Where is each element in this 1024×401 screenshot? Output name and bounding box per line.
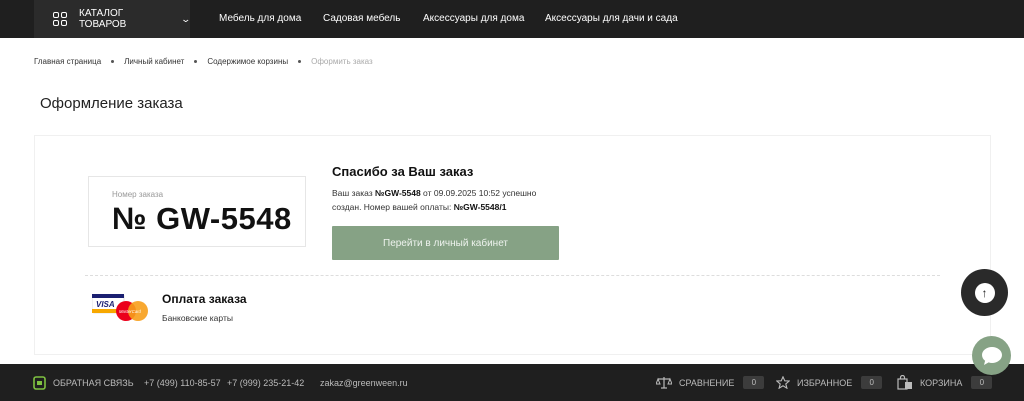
catalog-label: КАТАЛОГ ТОВАРОВ bbox=[79, 8, 127, 30]
top-navigation: КАТАЛОГ ТОВАРОВ ⌄ Мебель для дома Садова… bbox=[0, 0, 1024, 38]
payment-heading: Оплата заказа bbox=[162, 292, 247, 306]
compare-label: СРАВНЕНИЕ bbox=[679, 377, 735, 388]
compare-count-badge: 0 bbox=[743, 376, 765, 389]
visa-logo-text: VISA bbox=[96, 300, 115, 309]
message-prefix: Ваш заказ bbox=[332, 188, 375, 198]
payment-reference: №GW-5548/1 bbox=[453, 202, 507, 212]
scroll-to-top-button[interactable]: ↑ bbox=[961, 269, 1008, 316]
mastercard-logo-text: MasterCard bbox=[119, 309, 142, 314]
feedback-label: ОБРАТНАЯ СВЯЗЬ bbox=[53, 377, 134, 388]
phone-link-1[interactable]: +7 (499) 110-85-57 bbox=[144, 364, 221, 401]
breadcrumb-home[interactable]: Главная страница bbox=[34, 57, 101, 66]
shopping-bag-icon bbox=[897, 375, 912, 390]
thanks-heading: Спасибо за Ваш заказ bbox=[332, 164, 474, 179]
cart-label: КОРЗИНА bbox=[920, 377, 963, 388]
catalog-menu-button[interactable]: КАТАЛОГ ТОВАРОВ ⌄ bbox=[34, 0, 192, 38]
nav-link-home-furniture[interactable]: Мебель для дома bbox=[219, 0, 301, 38]
breadcrumb-separator bbox=[298, 59, 302, 63]
favorites-link[interactable]: ИЗБРАННОЕ 0 bbox=[776, 364, 883, 401]
compare-link[interactable]: СРАВНЕНИЕ 0 bbox=[656, 364, 765, 401]
order-confirmation-card: Номер заказа № GW-5548 Спасибо за Ваш за… bbox=[34, 135, 991, 355]
bank-cards-icon: VISA MasterCard bbox=[92, 294, 148, 321]
chat-bubble-icon bbox=[981, 346, 1002, 365]
email-link[interactable]: zakaz@greenween.ru bbox=[320, 364, 408, 401]
order-success-message: Ваш заказ №GW-5548 от 09.09.2025 10:52 у… bbox=[332, 186, 562, 214]
divider bbox=[85, 275, 940, 276]
breadcrumb-separator bbox=[194, 59, 198, 63]
star-icon bbox=[776, 376, 790, 389]
breadcrumb: Главная страница Личный кабинет Содержим… bbox=[34, 55, 373, 67]
chat-button[interactable] bbox=[972, 336, 1011, 375]
favorites-label: ИЗБРАННОЕ bbox=[797, 377, 853, 388]
order-reference: №GW-5548 bbox=[375, 188, 421, 198]
nav-link-garden-furniture[interactable]: Садовая мебель bbox=[323, 0, 400, 38]
cart-count-badge: 0 bbox=[971, 376, 993, 389]
go-to-account-button[interactable]: Перейти в личный кабинет bbox=[332, 226, 559, 260]
arrow-up-icon: ↑ bbox=[974, 282, 995, 303]
scales-icon bbox=[656, 377, 672, 389]
nav-link-garden-accessories[interactable]: Аксессуары для дачи и сада bbox=[545, 0, 678, 38]
payment-method: Банковские карты bbox=[162, 313, 233, 323]
favorites-count-badge: 0 bbox=[861, 376, 883, 389]
nav-link-home-accessories[interactable]: Аксессуары для дома bbox=[423, 0, 524, 38]
breadcrumb-separator bbox=[111, 59, 115, 63]
breadcrumb-account[interactable]: Личный кабинет bbox=[124, 57, 184, 66]
feedback-link[interactable]: ОБРАТНАЯ СВЯЗЬ bbox=[33, 364, 134, 401]
order-number: № GW-5548 bbox=[112, 201, 292, 236]
order-number-box: Номер заказа № GW-5548 bbox=[88, 176, 306, 247]
breadcrumb-current: Оформить заказ bbox=[311, 56, 373, 66]
chevron-down-icon: ⌄ bbox=[180, 13, 192, 24]
grid-icon bbox=[53, 12, 67, 26]
phone-link-2[interactable]: +7 (999) 235-21-42 bbox=[227, 364, 304, 401]
page-title: Оформление заказа bbox=[40, 95, 183, 112]
footer-bar: ОБРАТНАЯ СВЯЗЬ +7 (499) 110-85-57 +7 (99… bbox=[0, 364, 1024, 401]
breadcrumb-cart[interactable]: Содержимое корзины bbox=[207, 57, 288, 66]
order-number-label: Номер заказа bbox=[112, 190, 164, 199]
phone-chat-icon bbox=[33, 375, 46, 390]
